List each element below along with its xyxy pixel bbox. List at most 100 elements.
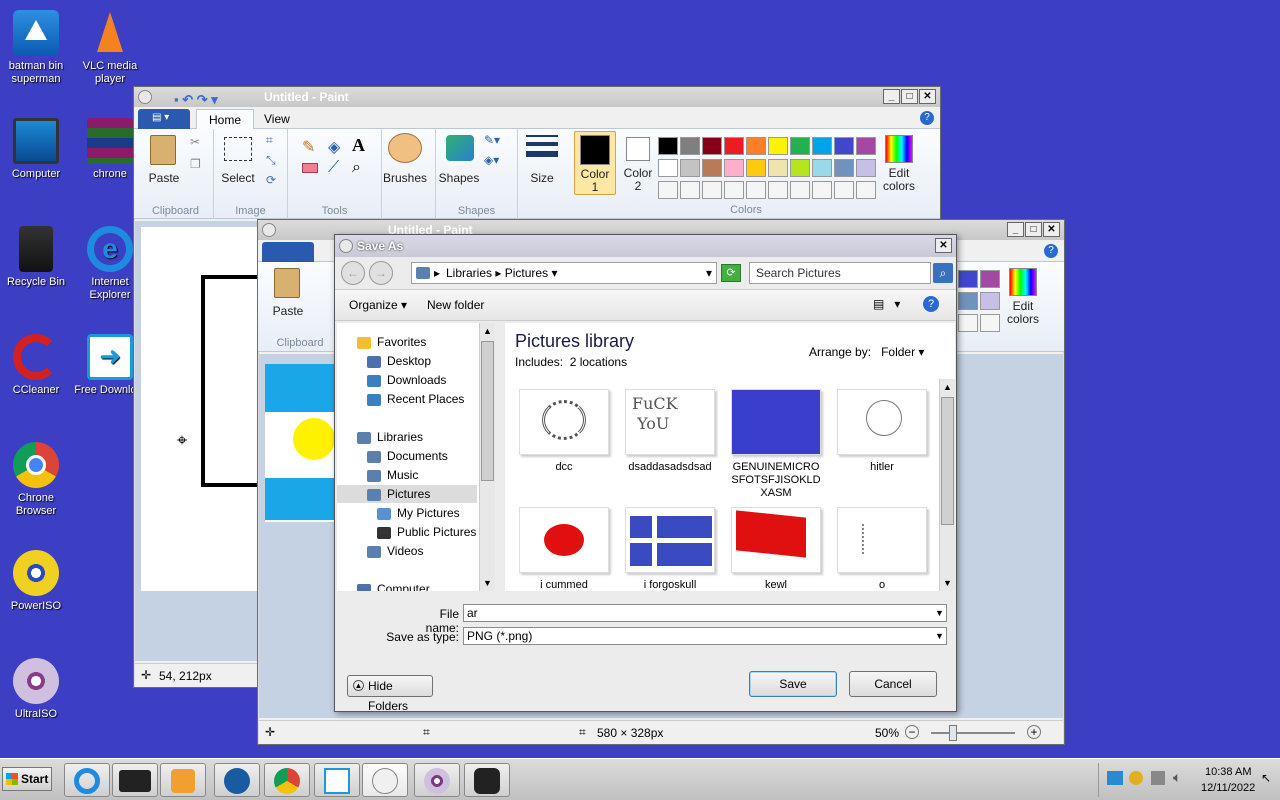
swatch[interactable] bbox=[958, 314, 978, 332]
close-button[interactable]: ✕ bbox=[935, 238, 952, 253]
save-as-dialog[interactable]: Save As ✕ ← → ▸ Libraries ▸ Pictures ▾ ▾… bbox=[334, 234, 957, 713]
desktop-icon-ultraiso[interactable]: UltraISO bbox=[0, 658, 72, 721]
color-swatch[interactable] bbox=[702, 181, 722, 199]
color-swatch[interactable] bbox=[834, 181, 854, 199]
organize-button[interactable]: Organize ▾ bbox=[349, 298, 407, 312]
swatch[interactable] bbox=[980, 314, 1000, 332]
shapes-button[interactable]: Shapes bbox=[436, 171, 482, 185]
tab-home[interactable]: Home bbox=[196, 109, 255, 129]
search-icon[interactable]: ⌕ bbox=[933, 263, 953, 283]
scroll-down-arrow[interactable]: ▼ bbox=[940, 575, 955, 591]
file-thumbnail[interactable]: i cummed bbox=[517, 507, 611, 591]
scroll-down-arrow[interactable]: ▼ bbox=[480, 575, 495, 591]
maximize-button[interactable]: □ bbox=[901, 89, 918, 104]
paste-button[interactable]: Paste bbox=[144, 171, 184, 185]
text-icon[interactable]: A bbox=[352, 135, 365, 156]
taskbar-media-player[interactable] bbox=[160, 763, 206, 797]
hide-folders-button[interactable]: ▲ Hide Folders bbox=[347, 675, 433, 713]
color-swatch[interactable] bbox=[680, 159, 700, 177]
help-icon[interactable]: ? bbox=[1044, 244, 1058, 258]
tab-view[interactable]: View bbox=[252, 109, 302, 129]
help-icon[interactable]: ? bbox=[923, 296, 939, 312]
nav-desktop[interactable]: Desktop bbox=[367, 352, 431, 370]
save-type-select[interactable]: PNG (*.png) bbox=[463, 627, 947, 645]
clock-time[interactable]: 10:38 AM bbox=[1205, 766, 1251, 778]
canvas-image[interactable] bbox=[265, 364, 335, 522]
volume-icon[interactable]: 🔈︎ bbox=[1173, 769, 1181, 786]
file-thumbnail[interactable]: GENUINEMICROSFOTSFJISOKLDXASM bbox=[729, 389, 823, 500]
desktop-icon-ccleaner[interactable]: CCleaner bbox=[0, 334, 72, 397]
file-thumbnail[interactable]: o bbox=[835, 507, 929, 591]
nav-pictures[interactable]: Pictures bbox=[337, 485, 477, 503]
color-swatch[interactable] bbox=[834, 137, 854, 155]
file-scrollbar[interactable]: ▲ ▼ bbox=[939, 379, 955, 591]
arrange-by[interactable]: Arrange by: Folder ▾ bbox=[809, 345, 924, 359]
color-swatch[interactable] bbox=[724, 137, 744, 155]
color2-button[interactable]: Color 2 bbox=[618, 131, 660, 195]
file-thumbnail[interactable]: dcc bbox=[517, 389, 611, 474]
paint-menu-button[interactable]: ▤ ▾ bbox=[138, 109, 190, 129]
crop-icon[interactable]: ⌗ bbox=[266, 133, 273, 148]
title-bar[interactable]: ▪ ↶ ↷ ▾ Untitled - Paint _ □ ✕ bbox=[134, 87, 940, 107]
nav-music[interactable]: Music bbox=[367, 466, 418, 484]
file-name-input[interactable]: ar bbox=[463, 604, 947, 622]
fill-icon[interactable]: ◈ bbox=[328, 137, 340, 157]
nav-recent-places[interactable]: Recent Places bbox=[367, 390, 464, 408]
rotate-icon[interactable]: ⟳ bbox=[266, 173, 276, 187]
minimize-button[interactable]: _ bbox=[1007, 222, 1024, 237]
breadcrumb-pictures[interactable]: Pictures bbox=[505, 266, 548, 280]
desktop-icon-poweriso[interactable]: PowerISO bbox=[0, 550, 72, 613]
swatch[interactable] bbox=[980, 270, 1000, 288]
color-swatch[interactable] bbox=[812, 181, 832, 199]
color-swatch[interactable] bbox=[746, 181, 766, 199]
desktop-icon-chrome[interactable]: Chrone Browser bbox=[0, 442, 72, 518]
select-icon[interactable] bbox=[224, 137, 252, 161]
swatch[interactable] bbox=[980, 292, 1000, 310]
paste-button[interactable]: Paste bbox=[268, 304, 308, 318]
color-swatch[interactable] bbox=[856, 181, 876, 199]
taskbar-ie[interactable] bbox=[64, 763, 110, 797]
scroll-thumb[interactable] bbox=[941, 397, 954, 525]
color-swatch[interactable] bbox=[680, 137, 700, 155]
paint-menu-button[interactable] bbox=[262, 242, 314, 262]
help-icon[interactable]: ? bbox=[920, 111, 934, 125]
color-swatch[interactable] bbox=[790, 159, 810, 177]
swatch[interactable] bbox=[958, 292, 978, 310]
scroll-up-arrow[interactable]: ▲ bbox=[480, 323, 495, 339]
color-swatch[interactable] bbox=[658, 181, 678, 199]
scroll-up-arrow[interactable]: ▲ bbox=[940, 379, 955, 395]
color-swatch[interactable] bbox=[746, 137, 766, 155]
select-button[interactable]: Select bbox=[218, 171, 258, 185]
taskbar-vdesk[interactable] bbox=[464, 763, 510, 797]
color-swatch[interactable] bbox=[790, 181, 810, 199]
color-swatch[interactable] bbox=[702, 159, 722, 177]
breadcrumb-libraries[interactable]: Libraries bbox=[446, 266, 492, 280]
nav-public-pictures[interactable]: Public Pictures bbox=[377, 523, 476, 541]
forward-button[interactable]: → bbox=[369, 261, 393, 285]
desktop-icon-computer[interactable]: Computer bbox=[0, 118, 72, 181]
nav-favorites[interactable]: Favorites bbox=[357, 333, 426, 351]
address-bar[interactable]: ▸ Libraries ▸ Pictures ▾ ▾ bbox=[411, 262, 717, 284]
canvas[interactable]: ⌖ bbox=[141, 227, 261, 591]
color-swatch[interactable] bbox=[834, 159, 854, 177]
swatch[interactable] bbox=[958, 270, 978, 288]
view-options-icon[interactable]: ▤ ▾ bbox=[873, 297, 900, 311]
scroll-thumb[interactable] bbox=[481, 341, 494, 481]
color-swatch[interactable] bbox=[790, 137, 810, 155]
dialog-title-bar[interactable]: Save As ✕ bbox=[335, 235, 956, 257]
brushes-button[interactable]: Brushes bbox=[382, 171, 428, 185]
taskbar-chrome[interactable] bbox=[264, 763, 310, 797]
edit-colors-button[interactable]: Edit colors bbox=[878, 133, 920, 195]
resize-icon[interactable]: ⤡ bbox=[266, 153, 276, 168]
library-includes[interactable]: Includes: 2 locations bbox=[515, 355, 627, 369]
cancel-button[interactable]: Cancel bbox=[849, 671, 937, 697]
color1-button[interactable]: Color 1 bbox=[574, 131, 616, 195]
file-thumbnail[interactable]: FuCK YoU dsaddasadsdsad bbox=[623, 389, 717, 474]
tray-app-icon[interactable] bbox=[1129, 771, 1143, 785]
close-button[interactable]: ✕ bbox=[919, 89, 936, 104]
nav-documents[interactable]: Documents bbox=[367, 447, 448, 465]
size-icon[interactable] bbox=[526, 135, 558, 159]
taskbar-app4[interactable] bbox=[214, 763, 260, 797]
zoom-in-button[interactable]: + bbox=[1027, 725, 1041, 739]
zoom-slider-thumb[interactable] bbox=[949, 725, 957, 741]
